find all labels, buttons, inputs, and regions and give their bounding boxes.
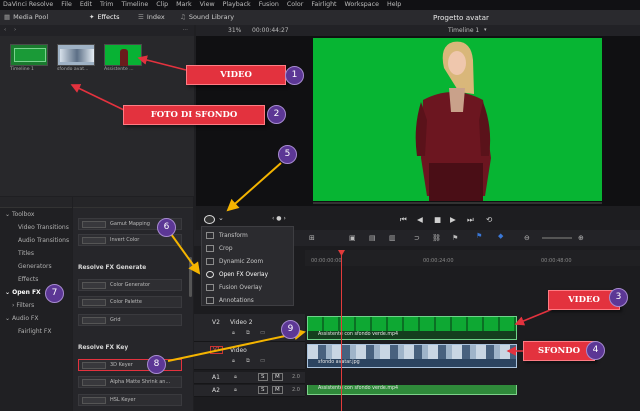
step-badge: 7 (45, 284, 64, 303)
step-badge: 4 (586, 341, 605, 360)
arrow-6 (170, 233, 201, 275)
callout-foto-sfondo: FOTO DI SFONDO (123, 105, 265, 125)
step-badge: 1 (285, 66, 304, 85)
step-badge: 9 (281, 320, 300, 339)
step-badge: 8 (147, 355, 166, 374)
callout-video: VIDEO (186, 65, 286, 85)
arrow-5 (226, 162, 282, 212)
callout-sfondo: SFONDO (523, 341, 595, 361)
arrow-foto (70, 84, 125, 111)
step-badge: 6 (157, 218, 176, 237)
arrow-video (137, 55, 187, 71)
step-badge: 3 (609, 288, 628, 307)
step-badge: 2 (267, 105, 286, 124)
step-badge: 5 (278, 145, 297, 164)
